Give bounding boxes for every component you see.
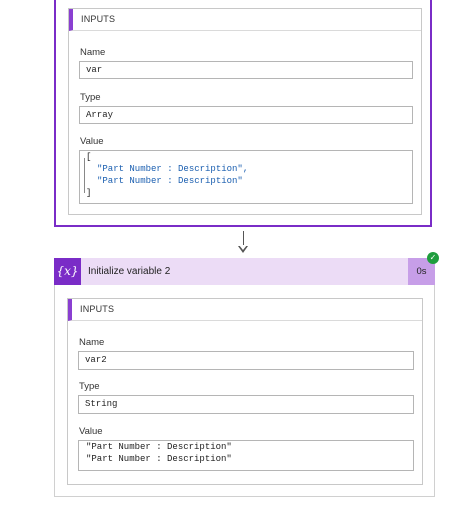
name-label: Name <box>79 337 105 348</box>
value-label: Value <box>80 136 104 147</box>
name-label: Name <box>80 47 106 58</box>
json-string-line: "Part Number : Description" <box>97 176 243 186</box>
arrow-down-icon <box>238 245 248 253</box>
inputs-header: INPUTS <box>68 299 422 321</box>
action-header[interactable]: {x} Initialize variable 2 0s <box>54 258 435 285</box>
name-field[interactable]: var <box>79 61 413 79</box>
name-field[interactable]: var2 <box>78 351 414 370</box>
inputs-header: INPUTS <box>69 9 421 31</box>
value-line: "Part Number : Description" <box>86 454 232 464</box>
value-label: Value <box>79 426 103 437</box>
variable-icon: {x} <box>54 258 81 285</box>
json-open-bracket: [ <box>86 152 92 162</box>
inputs-panel: INPUTS Name var2 Type String Value "Part… <box>67 298 423 485</box>
value-field[interactable]: "Part Number : Description" "Part Number… <box>78 440 414 471</box>
type-field[interactable]: String <box>78 395 414 414</box>
success-check-icon: ✓ <box>427 252 439 264</box>
type-field[interactable]: Array <box>79 106 413 124</box>
json-string-line: "Part Number : Description", <box>97 164 249 174</box>
json-close-bracket: ] <box>86 188 92 198</box>
action-title: Initialize variable 2 <box>88 266 171 277</box>
value-line: "Part Number : Description" <box>86 442 232 452</box>
fold-guide <box>84 158 85 193</box>
action-card-initialize-variable-1[interactable]: INPUTS Name var Type Array Value [ "Part… <box>54 0 432 227</box>
type-label: Type <box>79 381 100 392</box>
type-label: Type <box>80 92 101 103</box>
action-card-initialize-variable-2[interactable]: INPUTS Name var2 Type String Value "Part… <box>54 258 435 497</box>
inputs-panel: INPUTS Name var Type Array Value [ "Part… <box>68 8 422 215</box>
value-field[interactable]: [ "Part Number : Description", "Part Num… <box>79 150 413 204</box>
